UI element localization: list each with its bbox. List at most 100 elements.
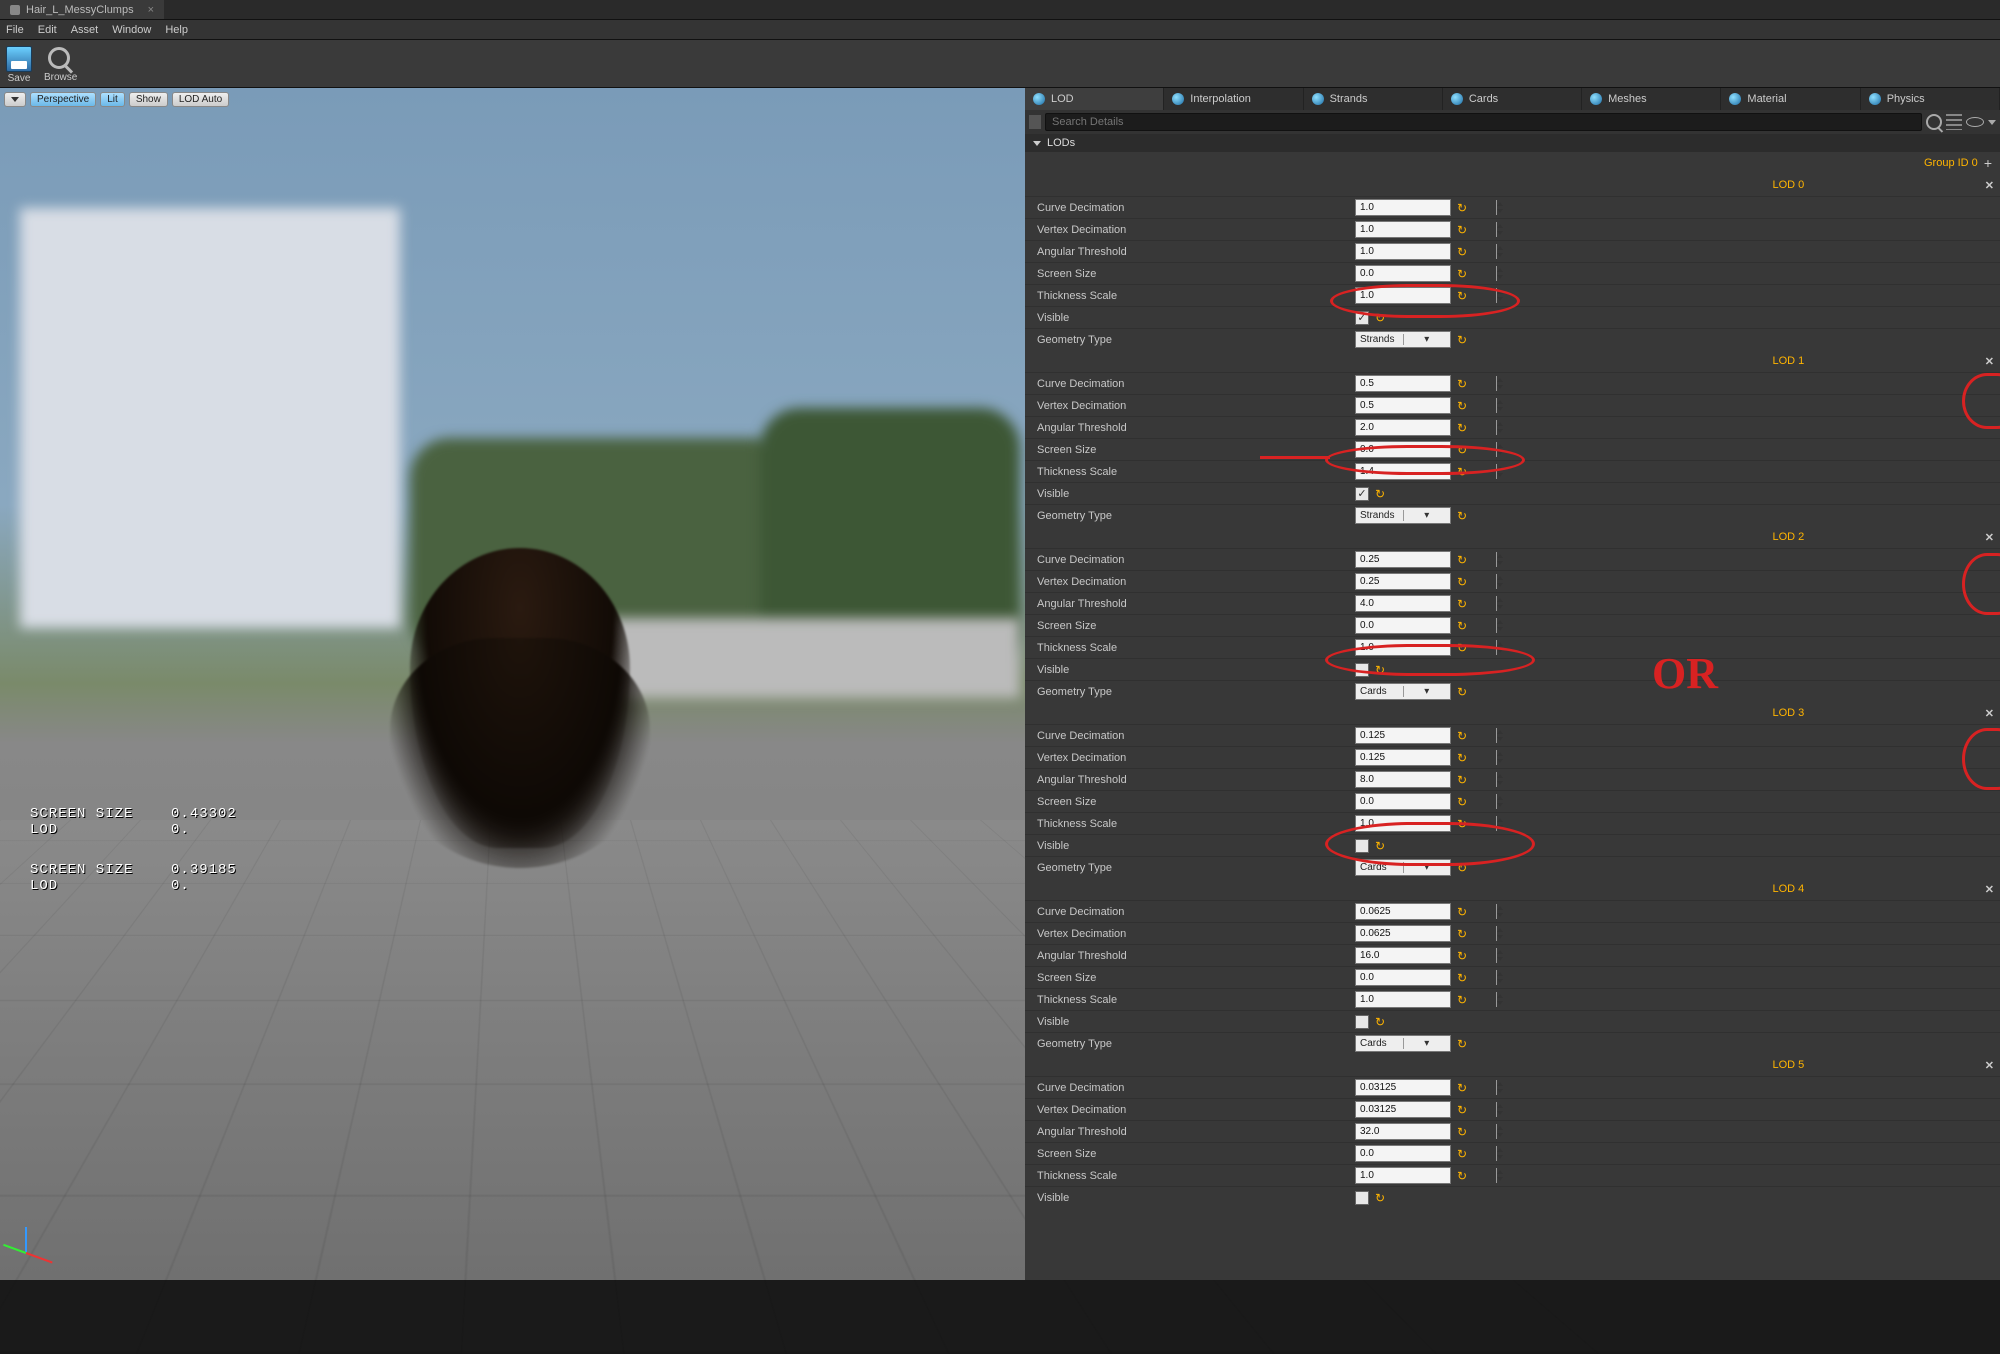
spinner[interactable] — [1355, 1167, 1451, 1184]
dropdown[interactable]: Strands▾ — [1355, 331, 1451, 348]
search-icon[interactable] — [1926, 114, 1942, 130]
dropdown[interactable]: Cards▾ — [1355, 1035, 1451, 1052]
dropdown[interactable]: Strands▾ — [1355, 507, 1451, 524]
menu-edit[interactable]: Edit — [38, 24, 57, 36]
perspective-button[interactable]: Perspective — [30, 92, 96, 107]
reset-icon[interactable]: ↺ — [1457, 267, 1467, 281]
spinner-input[interactable] — [1356, 200, 1496, 215]
spinner[interactable] — [1355, 397, 1451, 414]
reset-icon[interactable]: ↺ — [1457, 949, 1467, 963]
spinner-input[interactable] — [1356, 750, 1496, 765]
reset-icon[interactable]: ↺ — [1375, 839, 1385, 853]
spinner[interactable] — [1355, 573, 1451, 590]
spinner-input[interactable] — [1356, 574, 1496, 589]
spinner[interactable] — [1355, 947, 1451, 964]
reset-icon[interactable]: ↺ — [1457, 1103, 1467, 1117]
spinner-input[interactable] — [1356, 398, 1496, 413]
spinner[interactable] — [1355, 441, 1451, 458]
spinner-input[interactable] — [1356, 288, 1496, 303]
reset-icon[interactable]: ↺ — [1457, 443, 1467, 457]
spinner[interactable] — [1355, 595, 1451, 612]
delete-lod-button[interactable]: ✕ — [1985, 707, 1994, 720]
reset-icon[interactable]: ↺ — [1457, 289, 1467, 303]
checkbox[interactable] — [1355, 1191, 1369, 1205]
spinner-input[interactable] — [1356, 1146, 1496, 1161]
spinner-input[interactable] — [1356, 464, 1496, 479]
spinner-input[interactable] — [1356, 948, 1496, 963]
browse-button[interactable]: Browse — [44, 45, 77, 83]
reset-icon[interactable]: ↺ — [1457, 1125, 1467, 1139]
grid-icon[interactable] — [1946, 114, 1962, 130]
reset-icon[interactable]: ↺ — [1457, 223, 1467, 237]
delete-lod-button[interactable]: ✕ — [1985, 179, 1994, 192]
delete-lod-button[interactable]: ✕ — [1985, 883, 1994, 896]
reset-icon[interactable]: ↺ — [1457, 1037, 1467, 1051]
spinner[interactable] — [1355, 1145, 1451, 1162]
spinner-input[interactable] — [1356, 1102, 1496, 1117]
spinner[interactable] — [1355, 815, 1451, 832]
reset-icon[interactable]: ↺ — [1457, 399, 1467, 413]
spinner[interactable] — [1355, 199, 1451, 216]
show-button[interactable]: Show — [129, 92, 168, 107]
spinner-input[interactable] — [1356, 904, 1496, 919]
spinner[interactable] — [1355, 969, 1451, 986]
reset-icon[interactable]: ↺ — [1457, 201, 1467, 215]
reset-icon[interactable]: ↺ — [1457, 1081, 1467, 1095]
spinner[interactable] — [1355, 903, 1451, 920]
spinner-input[interactable] — [1356, 266, 1496, 281]
spinner-input[interactable] — [1356, 1124, 1496, 1139]
menu-help[interactable]: Help — [165, 24, 188, 36]
spinner[interactable] — [1355, 727, 1451, 744]
reset-icon[interactable]: ↺ — [1457, 553, 1467, 567]
reset-icon[interactable]: ↺ — [1457, 377, 1467, 391]
spinner-input[interactable] — [1356, 926, 1496, 941]
viewport[interactable]: Perspective Lit Show LOD Auto SCREEN SIZ… — [0, 88, 1025, 1280]
spinner-input[interactable] — [1356, 376, 1496, 391]
reset-icon[interactable]: ↺ — [1375, 311, 1385, 325]
menu-file[interactable]: File — [6, 24, 24, 36]
spinner-input[interactable] — [1356, 816, 1496, 831]
add-group-button[interactable]: + — [1984, 155, 1992, 171]
spinner-input[interactable] — [1356, 596, 1496, 611]
checkbox[interactable] — [1355, 663, 1369, 677]
reset-icon[interactable]: ↺ — [1457, 465, 1467, 479]
reset-icon[interactable]: ↺ — [1457, 729, 1467, 743]
reset-icon[interactable]: ↺ — [1457, 817, 1467, 831]
spinner-input[interactable] — [1356, 442, 1496, 457]
drag-handle-icon[interactable] — [1029, 115, 1041, 129]
reset-icon[interactable]: ↺ — [1457, 927, 1467, 941]
spinner-input[interactable] — [1356, 992, 1496, 1007]
spinner-input[interactable] — [1356, 420, 1496, 435]
spinner[interactable] — [1355, 375, 1451, 392]
delete-lod-button[interactable]: ✕ — [1985, 355, 1994, 368]
dropdown[interactable]: Cards▾ — [1355, 859, 1451, 876]
delete-lod-button[interactable]: ✕ — [1985, 531, 1994, 544]
reset-icon[interactable]: ↺ — [1457, 905, 1467, 919]
spinner[interactable] — [1355, 639, 1451, 656]
spinner[interactable] — [1355, 243, 1451, 260]
reset-icon[interactable]: ↺ — [1375, 1191, 1385, 1205]
spinner[interactable] — [1355, 287, 1451, 304]
search-input[interactable] — [1045, 113, 1922, 131]
reset-icon[interactable]: ↺ — [1457, 597, 1467, 611]
tab-meshes[interactable]: Meshes — [1582, 88, 1721, 110]
spinner[interactable] — [1355, 1123, 1451, 1140]
dropdown[interactable]: Cards▾ — [1355, 683, 1451, 700]
spinner[interactable] — [1355, 617, 1451, 634]
spinner[interactable] — [1355, 991, 1451, 1008]
reset-icon[interactable]: ↺ — [1457, 993, 1467, 1007]
spinner[interactable] — [1355, 771, 1451, 788]
menu-window[interactable]: Window — [112, 24, 151, 36]
reset-icon[interactable]: ↺ — [1457, 751, 1467, 765]
spinner-input[interactable] — [1356, 1080, 1496, 1095]
reset-icon[interactable]: ↺ — [1457, 619, 1467, 633]
viewport-menu[interactable] — [4, 92, 26, 107]
spinner-input[interactable] — [1356, 552, 1496, 567]
reset-icon[interactable]: ↺ — [1375, 1015, 1385, 1029]
reset-icon[interactable]: ↺ — [1457, 685, 1467, 699]
spinner[interactable] — [1355, 749, 1451, 766]
spinner[interactable] — [1355, 419, 1451, 436]
checkbox[interactable] — [1355, 1015, 1369, 1029]
reset-icon[interactable]: ↺ — [1457, 575, 1467, 589]
menu-asset[interactable]: Asset — [71, 24, 99, 36]
